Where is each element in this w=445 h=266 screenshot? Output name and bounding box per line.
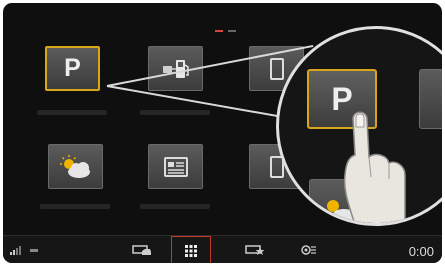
clock: 0:00 (408, 244, 434, 259)
tile-label (140, 204, 210, 209)
settings-icon (301, 245, 316, 255)
tile-label (40, 204, 110, 209)
page-indicator (215, 30, 236, 32)
news-tile[interactable] (148, 144, 203, 189)
car-icon (132, 245, 151, 255)
settings-button[interactable] (295, 236, 321, 263)
status-bar: 0:00 (3, 235, 442, 263)
home-button[interactable] (171, 236, 211, 263)
car-button[interactable] (127, 236, 157, 263)
page-dot[interactable] (228, 30, 236, 32)
tile-label (37, 110, 107, 115)
status-indicator-icon (27, 236, 41, 263)
tile-label (140, 110, 210, 115)
signal-icon (7, 236, 27, 263)
favorites-icon (245, 245, 265, 255)
tap-finger-icon (343, 111, 406, 223)
magnified-app-tile (419, 69, 442, 129)
weather-icon (59, 154, 90, 178)
parking-icon: P (64, 54, 81, 82)
page-dot-active[interactable] (215, 30, 223, 32)
news-icon (163, 156, 188, 177)
favorites-button[interactable] (240, 236, 270, 263)
home-grid-icon (185, 244, 197, 257)
infotainment-screen: P P 0:00 (3, 3, 442, 263)
app-tile-icon (269, 57, 284, 80)
parking-tile[interactable]: P (45, 46, 100, 91)
weather-tile[interactable] (48, 144, 103, 189)
